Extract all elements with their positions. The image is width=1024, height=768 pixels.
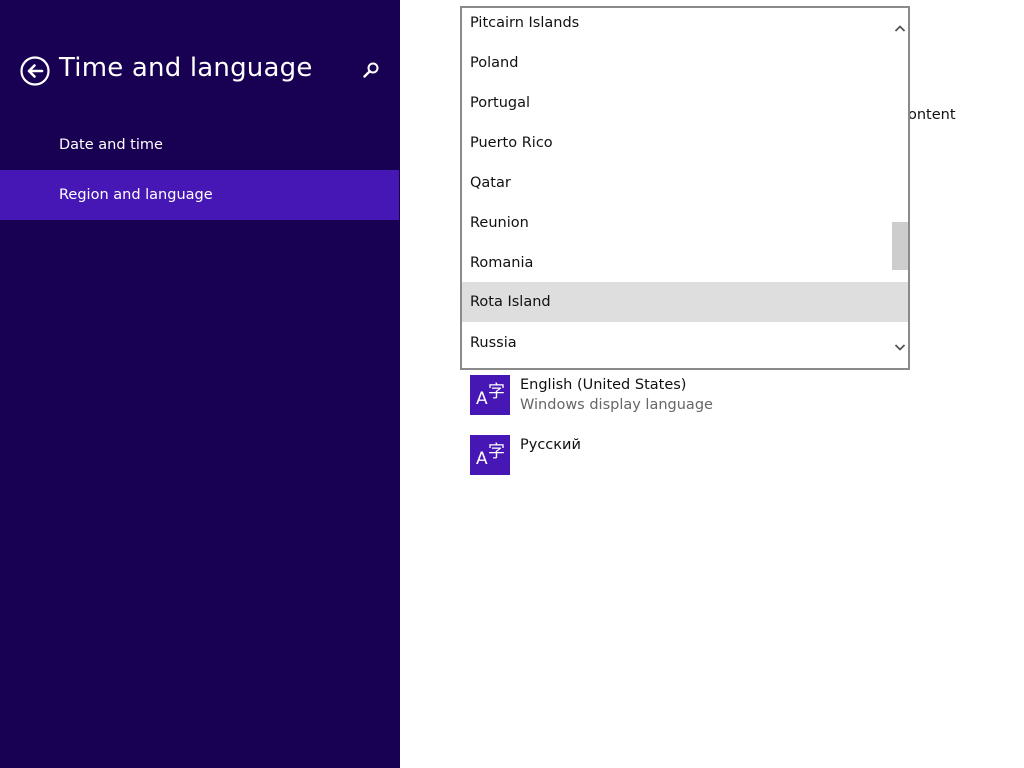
dropdown-option[interactable]: Portugal bbox=[462, 88, 892, 128]
dropdown-option[interactable]: Reunion bbox=[462, 208, 892, 248]
dropdown-scrollbar[interactable] bbox=[892, 8, 908, 368]
nav-item-region-and-language[interactable]: Region and language bbox=[0, 170, 399, 220]
dropdown-option[interactable]: Puerto Rico bbox=[462, 128, 892, 168]
language-icon: A 字 bbox=[470, 375, 510, 415]
scroll-thumb[interactable] bbox=[892, 222, 908, 270]
language-item-russian[interactable]: A 字 Русский bbox=[470, 435, 870, 477]
scroll-down-arrow-icon[interactable] bbox=[892, 338, 908, 356]
dropdown-option[interactable]: Pitcairn Islands bbox=[462, 8, 892, 48]
search-icon[interactable] bbox=[360, 60, 382, 82]
nav-item-date-and-time[interactable]: Date and time bbox=[0, 120, 399, 170]
partially-hidden-text: ontent bbox=[908, 107, 956, 123]
dropdown-option-highlighted[interactable]: Rota Island bbox=[462, 282, 908, 322]
scroll-up-arrow-icon[interactable] bbox=[892, 20, 908, 38]
page-title: Time and language bbox=[59, 53, 313, 83]
dropdown-option[interactable]: Poland bbox=[462, 48, 892, 88]
language-name: Русский bbox=[520, 437, 581, 453]
main-content: ontent Pitcairn Islands Poland Portugal … bbox=[400, 0, 1024, 768]
language-icon: A 字 bbox=[470, 435, 510, 475]
language-subtitle: Windows display language bbox=[520, 397, 713, 413]
dropdown-option[interactable]: Qatar bbox=[462, 168, 892, 208]
sidebar: Time and language Date and time Region a… bbox=[0, 0, 400, 768]
language-item-english[interactable]: A 字 English (United States) Windows disp… bbox=[470, 375, 870, 417]
dropdown-option[interactable]: Russia bbox=[462, 328, 892, 368]
language-name: English (United States) bbox=[520, 377, 687, 393]
country-dropdown-list[interactable]: Pitcairn Islands Poland Portugal Puerto … bbox=[460, 6, 910, 370]
back-button[interactable] bbox=[20, 56, 50, 86]
